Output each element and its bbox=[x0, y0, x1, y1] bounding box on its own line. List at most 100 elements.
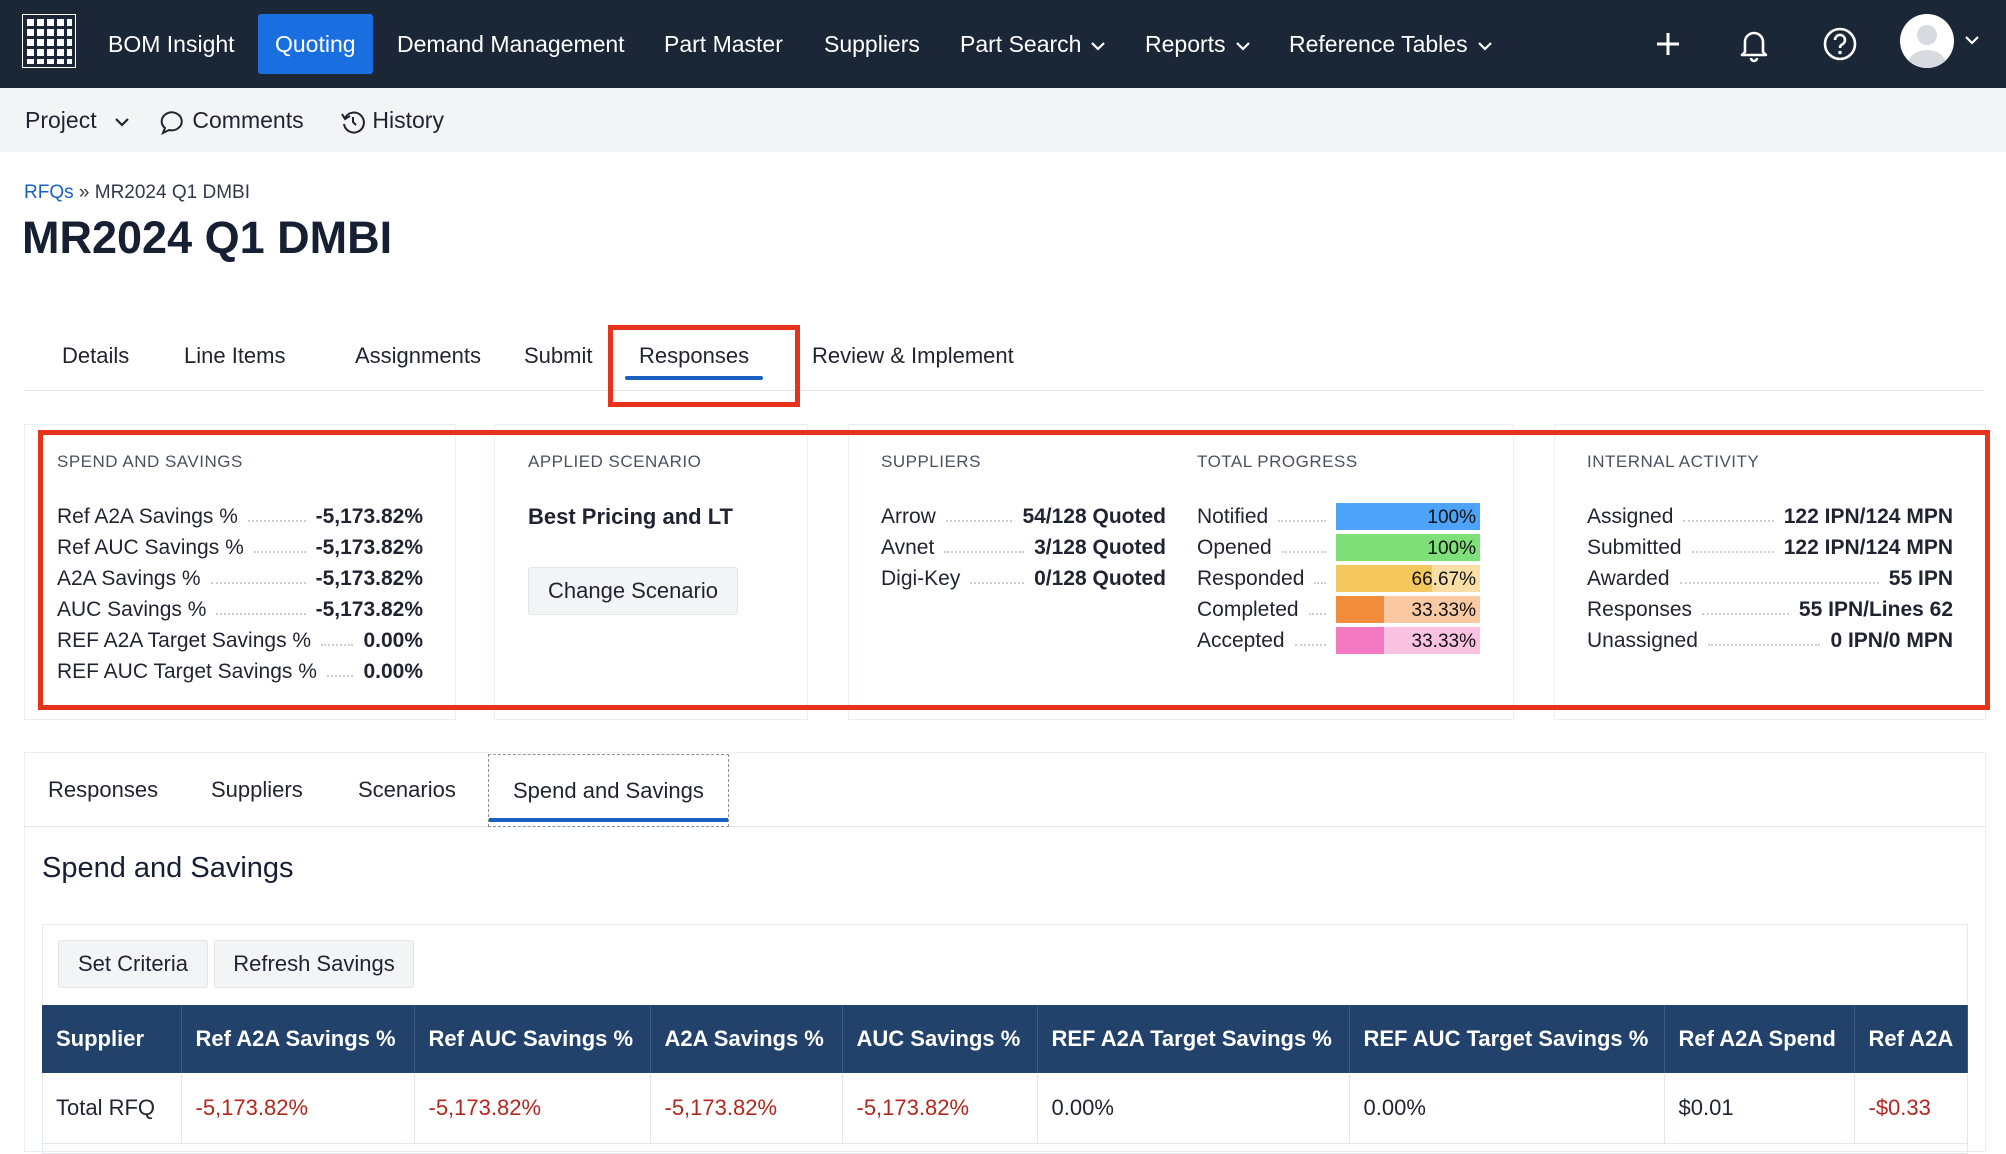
subtab-scenarios[interactable]: Scenarios bbox=[334, 754, 480, 826]
kv-row: REF AUC Target Savings % 0.00% bbox=[57, 656, 423, 687]
activity-value: 0 IPN/0 MPN bbox=[1830, 628, 1953, 652]
kv-label: Ref A2A Savings % bbox=[57, 504, 238, 528]
kv-label: AUC Savings % bbox=[57, 597, 207, 621]
supplier-name: Avnet bbox=[881, 535, 935, 559]
activity-label: Responses bbox=[1587, 597, 1693, 621]
supplier-quoted: 0/128 Quoted bbox=[1034, 566, 1166, 590]
progress-pct: 33.33% bbox=[1411, 600, 1476, 621]
column-header[interactable]: Ref A2A Spend bbox=[1664, 1005, 1855, 1073]
kv-value: -5,173.82% bbox=[315, 504, 423, 528]
breadcrumb-separator: » bbox=[78, 182, 90, 203]
activity-row: Awarded 55 IPN bbox=[1587, 563, 1953, 594]
progress-pct: 66.67% bbox=[1411, 569, 1476, 590]
kv-value: -5,173.82% bbox=[315, 535, 423, 559]
nav-item-reports[interactable]: Reports bbox=[1128, 14, 1267, 74]
comments-button[interactable]: Comments bbox=[160, 88, 304, 152]
nav-item-suppliers[interactable]: Suppliers bbox=[807, 14, 937, 74]
comments-label: Comments bbox=[192, 107, 304, 133]
project-menu[interactable]: Project bbox=[25, 88, 129, 152]
progress-label: Opened bbox=[1197, 535, 1272, 559]
subtab-suppliers[interactable]: Suppliers bbox=[187, 754, 327, 826]
progress-bar: 33.33% bbox=[1336, 627, 1480, 654]
table-header-row: Supplier Ref A2A Savings % Ref AUC Savin… bbox=[42, 1005, 1969, 1073]
project-menu-label: Project bbox=[25, 107, 97, 133]
nav-item-reference-tables[interactable]: Reference Tables bbox=[1272, 14, 1509, 74]
nav-item-part-search[interactable]: Part Search bbox=[943, 14, 1122, 74]
supplier-quoted: 54/128 Quoted bbox=[1022, 504, 1166, 528]
progress-bar: 100% bbox=[1336, 503, 1480, 530]
nav-item-part-master[interactable]: Part Master bbox=[647, 14, 800, 74]
column-header[interactable]: Ref A2A bbox=[1854, 1005, 1969, 1073]
app-grid-icon[interactable] bbox=[22, 14, 76, 68]
chevron-down-icon[interactable] bbox=[1964, 34, 1980, 46]
progress-pct: 33.33% bbox=[1411, 631, 1476, 652]
nav-item-part-search-label: Part Search bbox=[960, 31, 1082, 57]
kv-label: Ref AUC Savings % bbox=[57, 535, 244, 559]
plus-icon[interactable] bbox=[1646, 22, 1690, 66]
column-header[interactable]: AUC Savings % bbox=[842, 1005, 1038, 1073]
chevron-down-icon bbox=[1235, 42, 1250, 51]
tab-submit[interactable]: Submit bbox=[510, 320, 606, 390]
progress-bar: 100% bbox=[1336, 534, 1480, 561]
activity-row: Assigned 122 IPN/124 MPN bbox=[1587, 501, 1953, 532]
project-subbar: Project Comments History bbox=[0, 88, 2006, 152]
nav-item-quoting[interactable]: Quoting bbox=[258, 14, 373, 74]
subtab-responses[interactable]: Responses bbox=[24, 754, 182, 826]
set-criteria-button[interactable]: Set Criteria bbox=[58, 940, 208, 988]
progress-bar: 66.67% bbox=[1336, 565, 1480, 592]
internal-activity-heading: INTERNAL ACTIVITY bbox=[1587, 452, 1760, 471]
activity-row: Responses 55 IPN/Lines 62 bbox=[1587, 594, 1953, 625]
activity-label: Unassigned bbox=[1587, 628, 1698, 652]
breadcrumb: RFQs » MR2024 Q1 DMBI bbox=[24, 182, 250, 204]
activity-label: Submitted bbox=[1587, 535, 1682, 559]
page-title: MR2024 Q1 DMBI bbox=[22, 212, 393, 263]
kv-value: -5,173.82% bbox=[315, 566, 423, 590]
progress-row: Completed 33.33% bbox=[1197, 594, 1480, 625]
history-button[interactable]: History bbox=[340, 88, 444, 152]
bell-icon[interactable] bbox=[1732, 22, 1776, 66]
progress-label: Notified bbox=[1197, 504, 1269, 528]
activity-label: Awarded bbox=[1587, 566, 1670, 590]
tab-assignments[interactable]: Assignments bbox=[341, 320, 495, 390]
progress-row: Opened 100% bbox=[1197, 532, 1480, 563]
column-header[interactable]: Ref A2A Savings % bbox=[181, 1005, 415, 1073]
kv-value: -5,173.82% bbox=[315, 597, 423, 621]
progress-row: Accepted 33.33% bbox=[1197, 625, 1480, 656]
table-cell: -5,173.82% bbox=[414, 1073, 651, 1144]
column-header[interactable]: REF AUC Target Savings % bbox=[1349, 1005, 1665, 1073]
tab-responses[interactable]: Responses bbox=[625, 320, 764, 390]
progress-row: Notified 100% bbox=[1197, 501, 1480, 532]
help-icon[interactable] bbox=[1818, 22, 1862, 66]
supplier-name: Digi-Key bbox=[881, 566, 961, 590]
tab-review-implement[interactable]: Review & Implement bbox=[798, 320, 1028, 390]
tab-details[interactable]: Details bbox=[48, 320, 143, 390]
top-navbar: BOM Insight Quoting Demand Management Pa… bbox=[0, 0, 2006, 88]
supplier-name: Arrow bbox=[881, 504, 936, 528]
section-title: Spend and Savings bbox=[42, 852, 294, 884]
table-cell: Total RFQ bbox=[42, 1073, 182, 1144]
change-scenario-button[interactable]: Change Scenario bbox=[528, 567, 738, 615]
chevron-down-icon bbox=[1091, 42, 1106, 51]
tab-line-items[interactable]: Line Items bbox=[170, 320, 300, 390]
subtab-spend-and-savings[interactable]: Spend and Savings bbox=[488, 754, 729, 827]
avatar[interactable] bbox=[1900, 14, 1954, 68]
main-tabs: Details Line Items Assignments Submit Re… bbox=[24, 320, 1984, 391]
column-header[interactable]: A2A Savings % bbox=[650, 1005, 843, 1073]
nav-item-demand-management[interactable]: Demand Management bbox=[380, 14, 642, 74]
kv-label: REF A2A Target Savings % bbox=[57, 628, 312, 652]
breadcrumb-rfqs-link[interactable]: RFQs bbox=[24, 182, 74, 203]
refresh-savings-button[interactable]: Refresh Savings bbox=[214, 940, 414, 988]
kv-row: Ref AUC Savings % -5,173.82% bbox=[57, 532, 423, 563]
total-progress-heading: TOTAL PROGRESS bbox=[1197, 452, 1358, 471]
column-header[interactable]: Ref AUC Savings % bbox=[414, 1005, 651, 1073]
kv-row: AUC Savings % -5,173.82% bbox=[57, 594, 423, 625]
activity-value: 122 IPN/124 MPN bbox=[1783, 504, 1953, 528]
brand-link[interactable]: BOM Insight bbox=[91, 14, 252, 74]
column-header[interactable]: REF A2A Target Savings % bbox=[1037, 1005, 1350, 1073]
nav-item-reference-tables-label: Reference Tables bbox=[1289, 31, 1468, 57]
table-row[interactable]: Total RFQ -5,173.82% -5,173.82% -5,173.8… bbox=[42, 1073, 1969, 1144]
progress-pct: 100% bbox=[1427, 507, 1476, 528]
scenario-name: Best Pricing and LT bbox=[528, 504, 733, 529]
kv-row: Ref A2A Savings % -5,173.82% bbox=[57, 501, 423, 532]
column-header[interactable]: Supplier bbox=[42, 1005, 182, 1073]
